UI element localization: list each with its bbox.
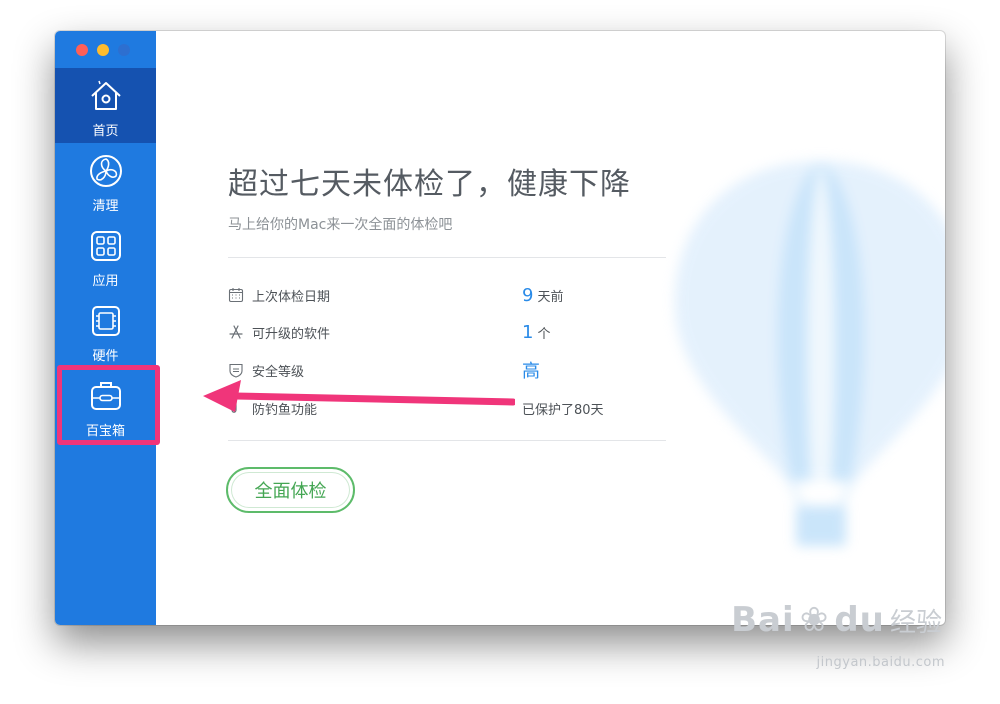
full-checkup-button[interactable]: 全面体检: [226, 467, 355, 513]
stat-label: 上次体检日期: [252, 289, 331, 305]
sidebar-item-clean[interactable]: 清理: [55, 143, 156, 218]
annotation-highlight-box: [57, 365, 160, 445]
sidebar-item-label: 硬件: [92, 349, 119, 364]
balloon-illustration: [674, 161, 945, 546]
close-window-button[interactable]: [76, 44, 88, 56]
stat-row-upgradable: 可升级的软件 1 个: [228, 320, 668, 344]
page-headline: 超过七天未体检了，健康下降: [228, 167, 631, 202]
minimize-window-button[interactable]: [97, 44, 109, 56]
calendar-icon: [228, 288, 244, 303]
divider: [228, 257, 666, 258]
stat-unit: 个: [537, 326, 551, 342]
baidu-watermark: Bai ❀ du 经验: [731, 600, 942, 640]
sidebar: 首页 清理 应用 硬件 百宝箱: [55, 31, 156, 625]
apps-grid-icon: [90, 231, 121, 261]
sidebar-item-label: 首页: [92, 124, 119, 139]
watermark-text: Bai: [731, 600, 795, 640]
protected-days: 已保护了80天: [522, 402, 604, 418]
home-icon: [90, 80, 121, 110]
paw-icon: ❀: [799, 600, 830, 640]
sidebar-item-hardware[interactable]: 硬件: [55, 293, 156, 368]
app-store-icon: [229, 325, 243, 339]
main-content: 超过七天未体检了，健康下降 马上给你的Mac来一次全面的体检吧 上次体检日期 9…: [156, 31, 945, 625]
security-level: 高: [522, 361, 540, 382]
stat-value: 已保护了80天: [522, 399, 604, 418]
watermark-cn: 经验: [889, 608, 942, 638]
stat-row-last-check: 上次体检日期 9 天前: [228, 283, 668, 307]
shield-icon: [229, 363, 243, 378]
sidebar-item-label: 应用: [92, 274, 119, 289]
sidebar-item-label: 清理: [92, 199, 119, 214]
stat-label: 安全等级: [252, 364, 305, 380]
page-subline: 马上给你的Mac来一次全面的体检吧: [228, 217, 453, 233]
stat-value: 1 个: [522, 322, 550, 343]
divider: [228, 440, 666, 441]
stat-label: 可升级的软件: [252, 326, 331, 342]
watermark-url: jingyan.baidu.com: [816, 655, 945, 670]
stat-value: 9 天前: [522, 285, 563, 306]
zoom-window-button[interactable]: [118, 44, 130, 56]
upgradable-count: 1: [522, 321, 534, 343]
window-controls: [76, 44, 130, 56]
stat-unit: 天前: [537, 289, 564, 305]
sidebar-item-home[interactable]: 首页: [55, 68, 156, 143]
fan-icon: [89, 155, 122, 187]
stat-value: 高: [522, 357, 540, 383]
watermark-text-2: du: [834, 600, 885, 640]
sidebar-item-apps[interactable]: 应用: [55, 218, 156, 293]
annotation-arrow: [203, 380, 515, 412]
chip-icon: [91, 306, 120, 336]
days-since-check: 9: [522, 284, 534, 306]
app-window: 首页 清理 应用 硬件 百宝箱 超过七天未体检了，健康下降 马上给你的Mac来一…: [55, 31, 945, 625]
